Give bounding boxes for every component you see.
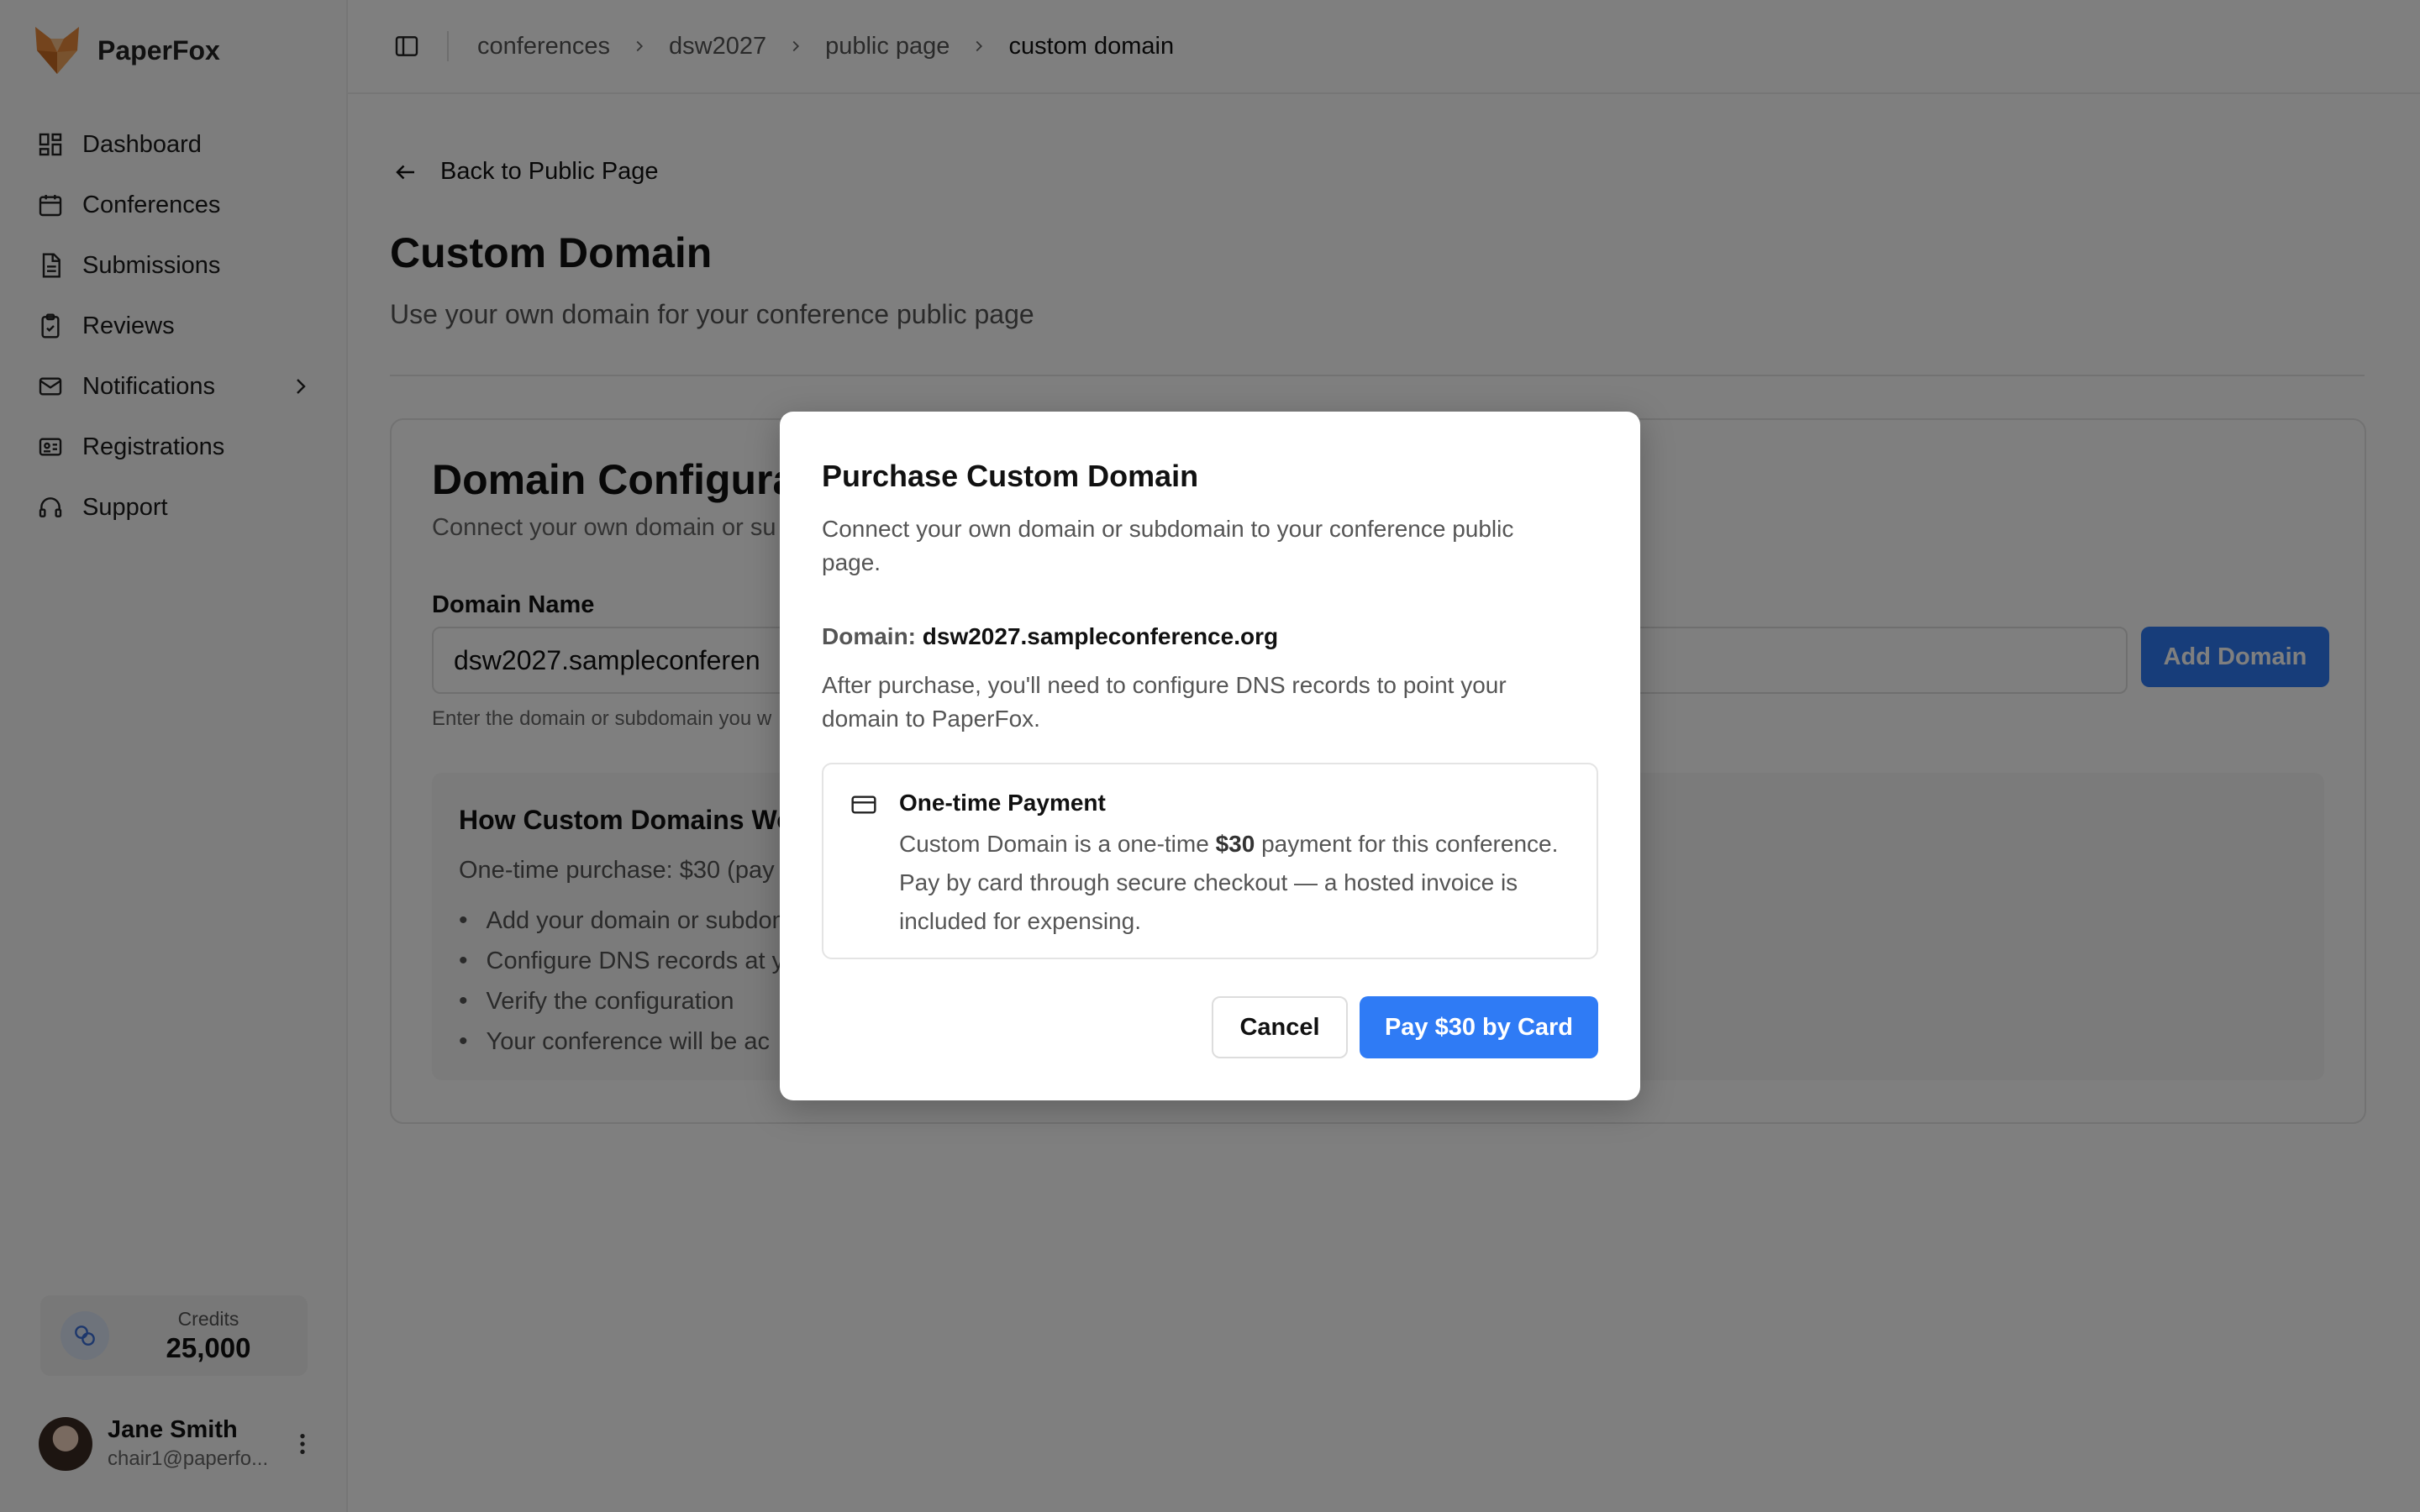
purchase-domain-dialog: Purchase Custom Domain Connect your own …	[780, 412, 1640, 1100]
payment-text: Custom Domain is a one-time $30 payment …	[899, 825, 1580, 941]
payment-info-box: One-time Payment Custom Domain is a one-…	[822, 763, 1598, 959]
payment-text-pre: Custom Domain is a one-time	[899, 831, 1216, 857]
dialog-subtitle: Connect your own domain or subdomain to …	[822, 516, 1514, 575]
domain-value: dsw2027.sampleconference.org	[922, 623, 1279, 649]
cancel-button[interactable]: Cancel	[1212, 996, 1348, 1058]
payment-title: One-time Payment	[899, 790, 1106, 816]
dialog-dns-note: After purchase, you'll need to configure…	[822, 672, 1507, 732]
credit-card-icon	[851, 795, 876, 814]
pay-by-card-button[interactable]: Pay $30 by Card	[1360, 996, 1598, 1058]
domain-label: Domain:	[822, 623, 916, 649]
payment-price: $30	[1215, 831, 1255, 857]
dialog-title: Purchase Custom Domain	[822, 459, 1199, 493]
dialog-domain: Domain: dsw2027.sampleconference.org	[822, 623, 1278, 650]
